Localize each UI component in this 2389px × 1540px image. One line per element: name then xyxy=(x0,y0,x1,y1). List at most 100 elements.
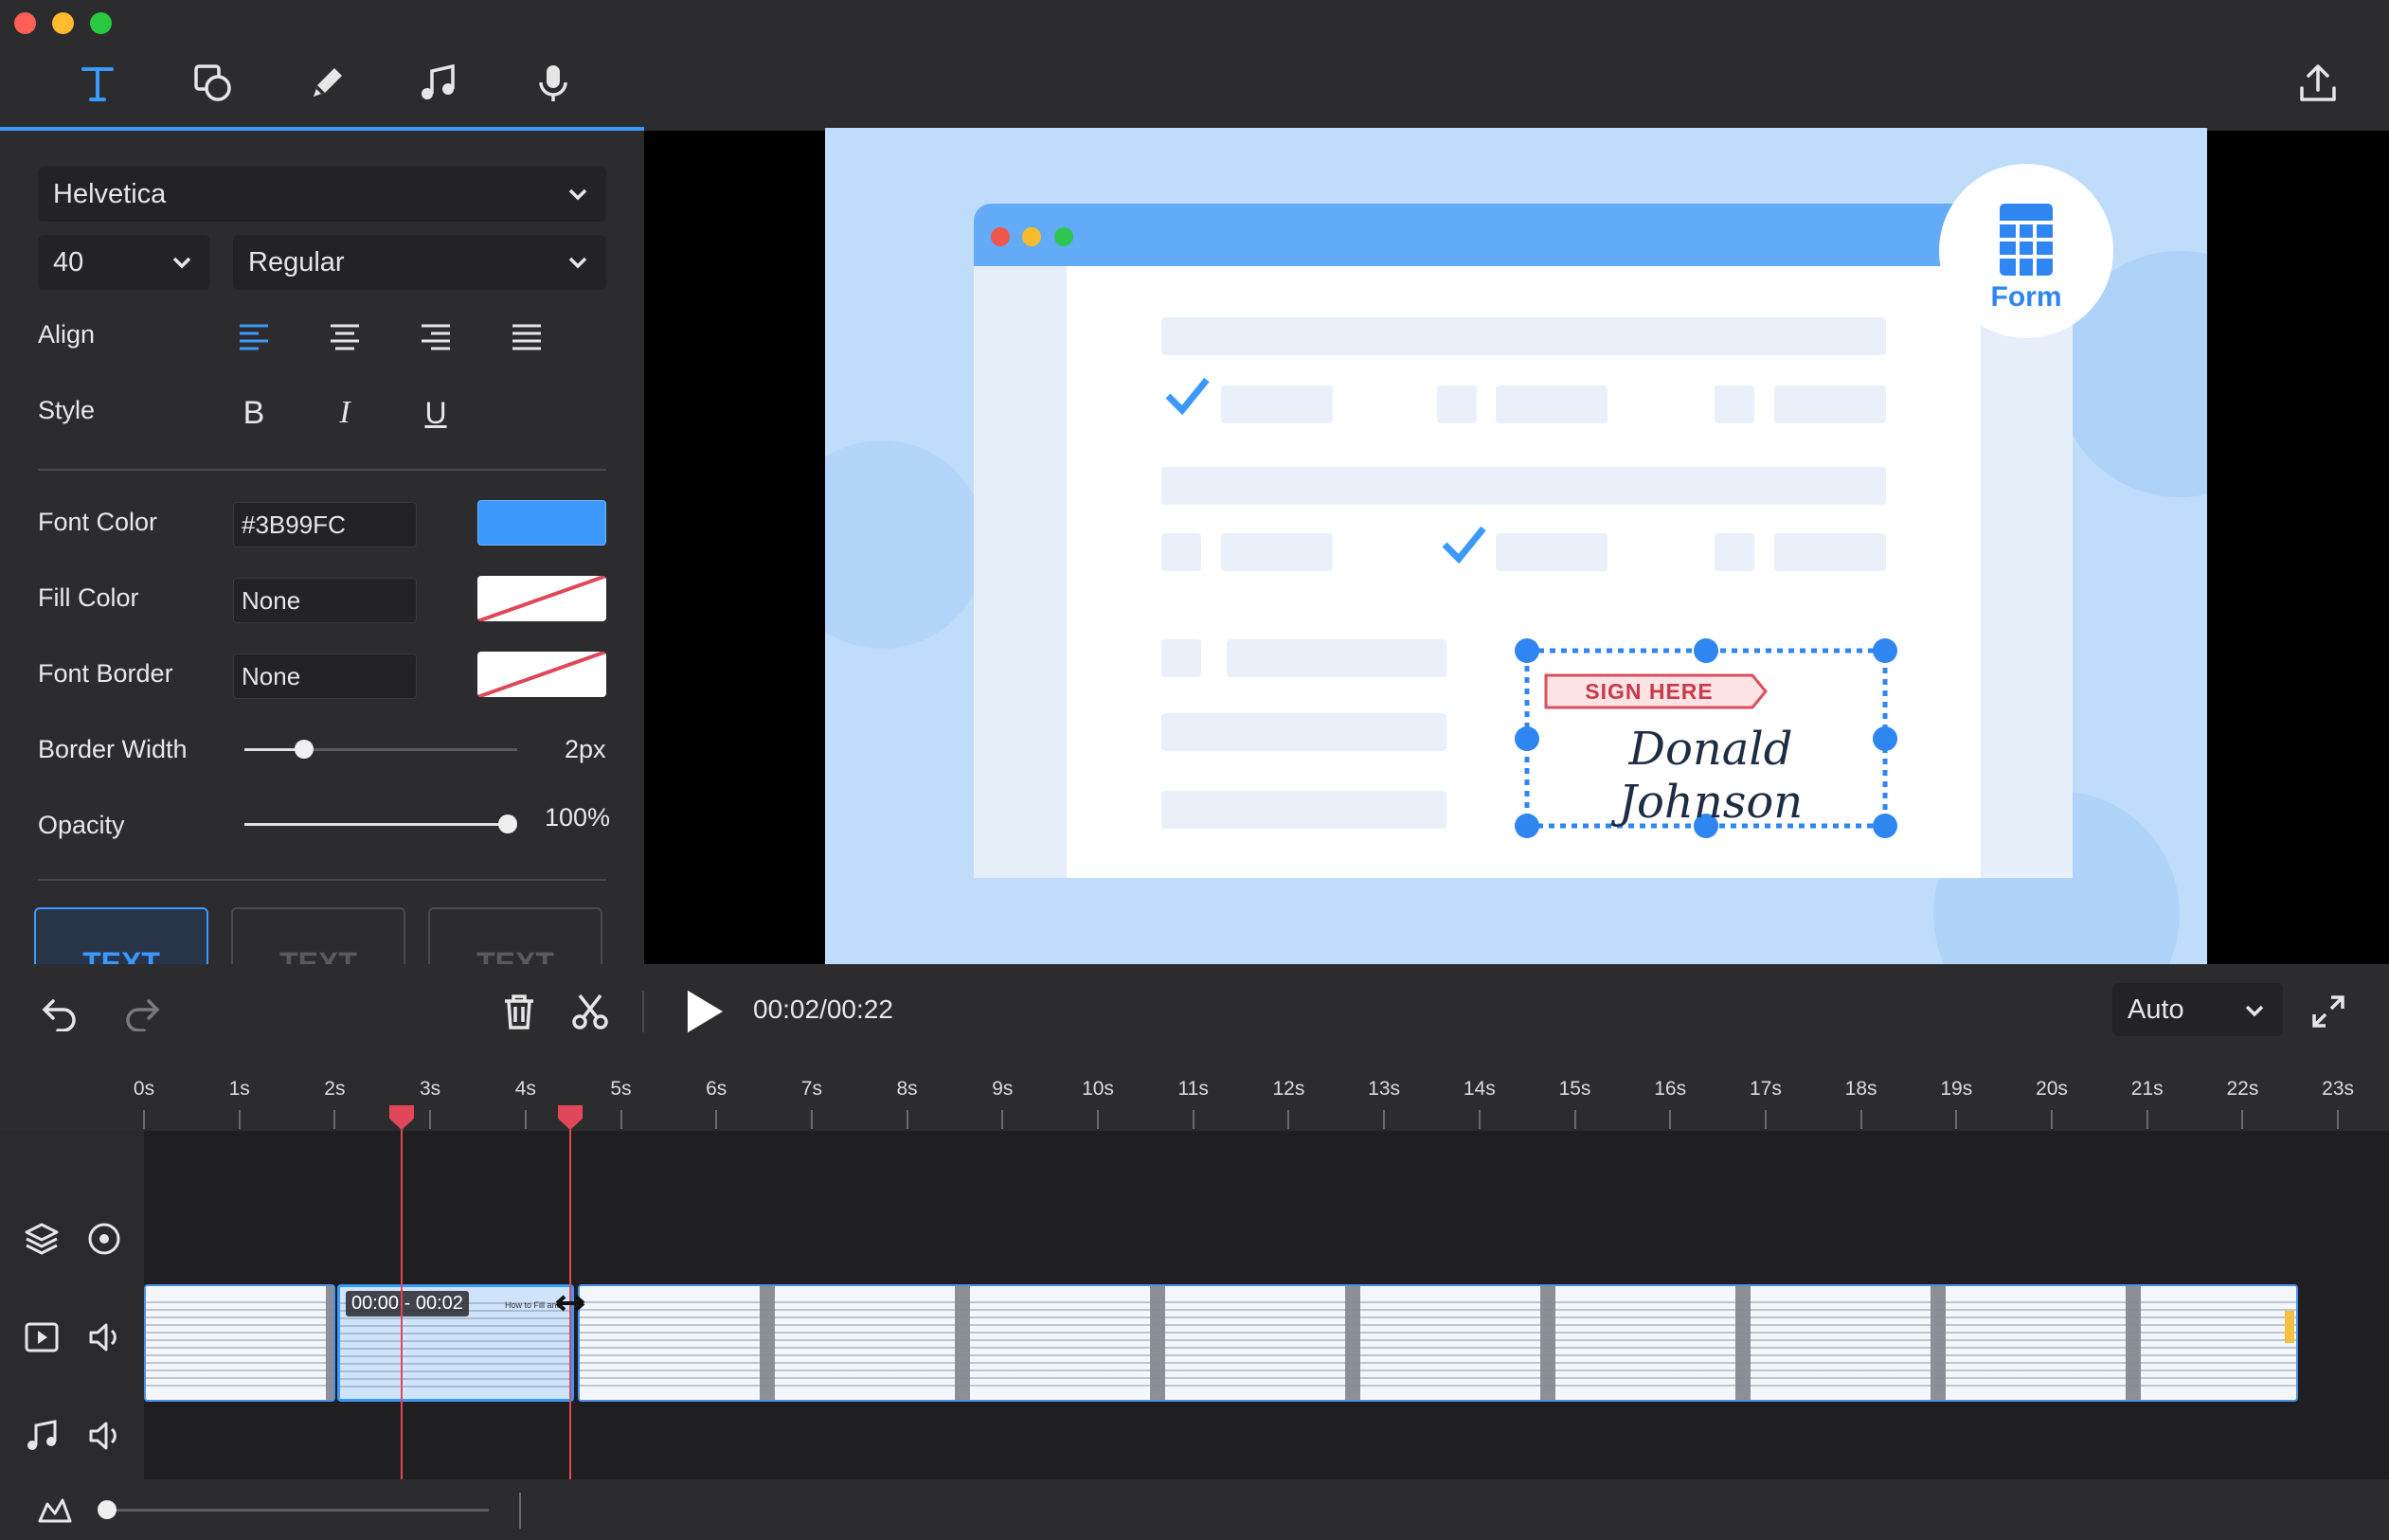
ruler-tick-label: 22s xyxy=(2226,1078,2259,1100)
font-weight-select[interactable]: Regular xyxy=(233,235,606,290)
ruler-tick xyxy=(429,1110,432,1129)
trim-marker-line xyxy=(401,1106,403,1479)
fill-color-swatch[interactable] xyxy=(477,576,606,621)
zoom-mode-value: Auto xyxy=(2128,994,2184,1025)
ruler-tick xyxy=(143,1110,145,1129)
align-justify-button[interactable] xyxy=(498,309,555,366)
timeline-zoom-knob[interactable] xyxy=(98,1500,117,1519)
opacity-slider-knob[interactable] xyxy=(498,815,517,833)
redo-button[interactable] xyxy=(116,985,169,1038)
align-label: Align xyxy=(38,320,96,349)
opacity-label: Opacity xyxy=(38,811,125,839)
delete-button[interactable] xyxy=(493,985,546,1038)
preview-canvas[interactable]: Form SIGN HERE Donald Johnson xyxy=(825,128,2207,964)
zoom-window-button[interactable] xyxy=(90,12,112,34)
font-border-label: Font Border xyxy=(38,659,173,688)
text-icon xyxy=(81,67,114,101)
speaker-icon[interactable] xyxy=(81,1413,127,1459)
font-border-swatch[interactable] xyxy=(477,652,606,697)
text-tool-button[interactable] xyxy=(57,45,138,121)
zoom-mode-select[interactable]: Auto xyxy=(2112,983,2283,1036)
font-color-field[interactable]: #3B99FC xyxy=(233,502,417,547)
form-badge-label: Form xyxy=(1990,281,2062,313)
ruler-tick xyxy=(333,1110,336,1129)
divider xyxy=(642,991,644,1032)
microphone-icon xyxy=(539,65,567,101)
voiceover-tool-button[interactable] xyxy=(512,45,594,121)
divider xyxy=(519,1493,521,1529)
text-preset-1[interactable]: TEXT xyxy=(34,907,208,964)
align-center-button[interactable] xyxy=(316,309,373,366)
align-right-button[interactable] xyxy=(407,309,464,366)
fill-color-field[interactable]: None xyxy=(233,578,417,623)
minimize-window-button[interactable] xyxy=(52,12,74,34)
ruler-tick-label: 2s xyxy=(324,1078,346,1100)
music-track-icon xyxy=(19,1413,64,1459)
scissors-icon xyxy=(572,994,608,1030)
ruler-tick xyxy=(1383,1110,1386,1129)
selected-video-clip[interactable]: 00:00 - 00:02 How to Fill and xyxy=(337,1284,574,1402)
visibility-icon[interactable] xyxy=(81,1216,127,1262)
play-button[interactable] xyxy=(674,983,731,1040)
ruler-tick xyxy=(1955,1110,1958,1129)
split-button[interactable] xyxy=(564,985,617,1038)
ruler-tick xyxy=(1478,1110,1481,1129)
border-width-label: Border Width xyxy=(38,735,188,763)
divider xyxy=(38,879,606,881)
align-justify-icon xyxy=(512,324,541,350)
ruler-tick xyxy=(906,1110,908,1129)
ruler-tick-label: 3s xyxy=(420,1078,441,1100)
ruler-tick-label: 20s xyxy=(2036,1078,2068,1100)
speaker-icon[interactable] xyxy=(81,1315,127,1360)
border-width-slider-knob[interactable] xyxy=(295,740,314,759)
ruler-tick-label: 4s xyxy=(514,1078,536,1100)
audio-tool-button[interactable] xyxy=(398,45,479,121)
ruler-tick xyxy=(238,1110,241,1129)
clip-thumbnail-lines xyxy=(146,1296,333,1390)
ruler-tick xyxy=(1097,1110,1099,1129)
font-color-swatch[interactable] xyxy=(477,500,606,546)
export-button[interactable] xyxy=(2277,45,2359,121)
font-size-select[interactable]: 40 xyxy=(38,235,210,290)
waveform-icon xyxy=(32,1487,78,1532)
underline-button[interactable]: U xyxy=(407,385,464,441)
close-window-button[interactable] xyxy=(14,12,36,34)
chevron-down-icon xyxy=(153,235,210,290)
ruler-tick-label: 12s xyxy=(1272,1078,1305,1100)
clip-time-range: 00:00 - 00:02 xyxy=(346,1291,469,1316)
video-track-icon xyxy=(19,1315,64,1360)
ruler-tick-label: 15s xyxy=(1558,1078,1591,1100)
align-left-button[interactable] xyxy=(225,309,282,366)
playhead-handle[interactable] xyxy=(557,1104,584,1131)
video-clip[interactable] xyxy=(578,1284,2298,1402)
export-icon xyxy=(2300,64,2336,101)
bold-button[interactable]: B xyxy=(225,385,282,441)
no-color-icon xyxy=(477,652,606,697)
trim-marker-handle[interactable] xyxy=(388,1104,415,1131)
layers-icon[interactable] xyxy=(19,1216,64,1262)
undo-button[interactable] xyxy=(33,985,86,1038)
ruler-tick-label: 18s xyxy=(1844,1078,1877,1100)
text-preset-3[interactable]: TEXT xyxy=(428,907,602,964)
undo-icon xyxy=(42,999,76,1031)
chevron-down-icon xyxy=(549,235,606,290)
font-border-field[interactable]: None xyxy=(233,654,417,699)
fullscreen-button[interactable] xyxy=(2302,985,2355,1038)
chevron-down-icon xyxy=(549,167,606,222)
italic-button[interactable]: I xyxy=(316,385,373,441)
shape-tool-button[interactable] xyxy=(172,45,254,121)
ruler-tick-label: 17s xyxy=(1749,1078,1782,1100)
pen-icon xyxy=(314,68,342,97)
timeline-zoom-bar xyxy=(0,1479,2389,1540)
video-clip[interactable] xyxy=(144,1284,335,1402)
opacity-slider-fill xyxy=(244,823,508,826)
ruler-tick-label: 1s xyxy=(228,1078,250,1100)
music-note-icon xyxy=(422,63,455,99)
ruler-tick-label: 11s xyxy=(1177,1078,1209,1100)
ruler-tick-label: 8s xyxy=(896,1078,918,1100)
pen-tool-button[interactable] xyxy=(286,45,368,121)
timeline-zoom-slider[interactable] xyxy=(106,1509,489,1512)
ruler-tick-label: 7s xyxy=(800,1078,822,1100)
font-family-select[interactable]: Helvetica xyxy=(38,167,606,222)
text-preset-2[interactable]: TEXT xyxy=(231,907,405,964)
